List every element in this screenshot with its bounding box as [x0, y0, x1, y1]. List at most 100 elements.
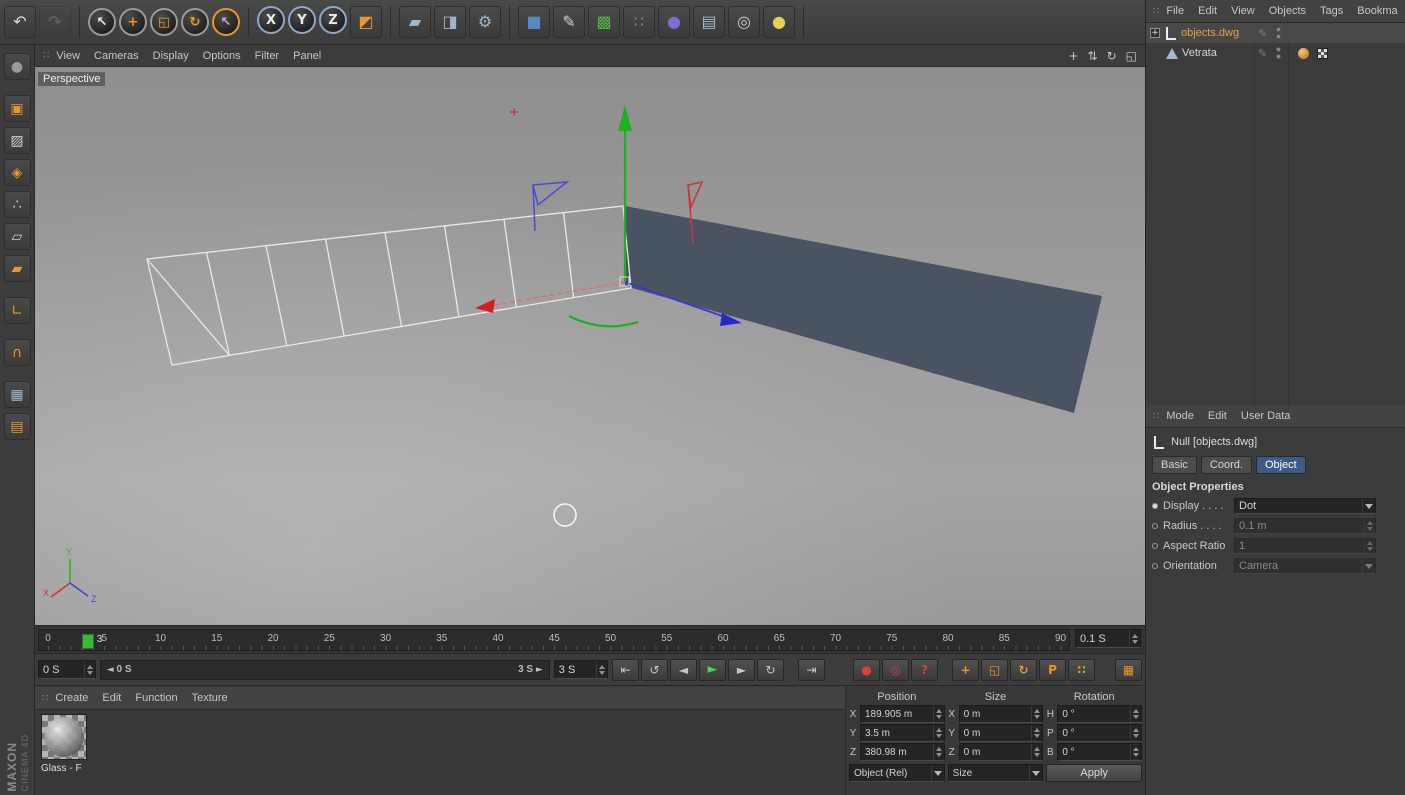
scale-tool-button[interactable]: ◱	[150, 8, 178, 36]
model-mode-button[interactable]: ▣	[3, 95, 31, 122]
menu-edit[interactable]: Edit	[102, 692, 121, 704]
apply-button[interactable]: Apply	[1046, 764, 1143, 782]
menu-cameras[interactable]: Cameras	[94, 50, 139, 62]
timeline-scrubber[interactable]: ◄ 0 S 3 S ►	[99, 659, 550, 680]
goto-end-button[interactable]: ⇥	[798, 658, 825, 681]
expand-icon[interactable]: +	[1150, 28, 1160, 38]
add-spline-button[interactable]: ✎	[553, 6, 585, 38]
enable-axis-button[interactable]: ∟	[3, 297, 31, 324]
viewport-canvas[interactable]: Y X Z Perspective	[35, 45, 1145, 625]
range-end-field[interactable]: 3 S	[553, 660, 608, 679]
menu-edit[interactable]: Edit	[1208, 410, 1227, 422]
anim-dot-icon[interactable]	[1152, 523, 1158, 529]
menu-options[interactable]: Options	[203, 50, 241, 62]
stepper-icon[interactable]	[1130, 744, 1141, 760]
menu-user-data[interactable]: User Data	[1241, 410, 1291, 422]
make-editable-button[interactable]: ●	[3, 53, 31, 80]
play-cycle-button[interactable]: ↻	[757, 658, 784, 681]
size-x-field[interactable]: 0 m	[958, 705, 1044, 723]
anim-dot-icon[interactable]	[1152, 563, 1158, 569]
toggle-view-icon[interactable]: ◱	[1126, 49, 1137, 63]
current-frame-marker[interactable]	[81, 634, 94, 649]
anim-dot-icon[interactable]	[1152, 503, 1158, 509]
render-view-button[interactable]: ▰	[399, 6, 431, 38]
object-row-vetrata[interactable]: Vetrata ✎	[1146, 43, 1405, 63]
rotate-view-icon[interactable]: ↻	[1107, 49, 1117, 63]
panel-grip-icon[interactable]: ∷	[42, 693, 48, 704]
add-cube-button[interactable]: ■	[518, 6, 550, 38]
menu-create[interactable]: Create	[55, 692, 88, 704]
lock-y-axis-button[interactable]: Y	[288, 6, 316, 34]
tab-coord[interactable]: Coord.	[1200, 456, 1252, 474]
menu-mode[interactable]: Mode	[1166, 410, 1194, 422]
lock-x-axis-button[interactable]: X	[257, 6, 285, 34]
menu-file[interactable]: File	[1166, 5, 1184, 17]
redo-button[interactable]: ↷	[39, 6, 71, 38]
enable-snap-button[interactable]: ∩	[3, 339, 31, 366]
key-position-toggle[interactable]: +	[952, 658, 979, 681]
menu-bookmarks[interactable]: Bookmarks	[1357, 5, 1398, 17]
current-time-field[interactable]: 0.1 S	[1075, 629, 1141, 648]
keying-settings-button[interactable]: ▦	[1115, 658, 1142, 681]
rotation-b-field[interactable]: 0 °	[1057, 743, 1143, 761]
workplane-mode-button[interactable]: ◈	[3, 159, 31, 186]
edit-toggle-icon[interactable]: ✎	[1258, 27, 1267, 40]
menu-display[interactable]: Display	[153, 50, 189, 62]
object-rel-dropdown[interactable]: Object (Rel)	[849, 764, 945, 782]
wireframe-plane[interactable]	[146, 205, 632, 366]
stepper-icon[interactable]	[1031, 725, 1042, 741]
rotation-h-field[interactable]: 0 °	[1057, 705, 1143, 723]
lock-z-axis-button[interactable]: Z	[319, 6, 347, 34]
phong-tag-icon[interactable]	[1298, 47, 1309, 59]
visibility-dots[interactable]	[1276, 27, 1281, 39]
polygons-mode-button[interactable]: ▰	[3, 255, 31, 282]
stepper-icon[interactable]	[1031, 706, 1042, 722]
menu-texture[interactable]: Texture	[192, 692, 228, 704]
menu-objects[interactable]: Objects	[1269, 5, 1306, 17]
visibility-dots[interactable]	[1276, 47, 1281, 59]
undo-button[interactable]: ↶	[4, 6, 36, 38]
texture-mode-button[interactable]: ▨	[3, 127, 31, 154]
position-y-field[interactable]: 3.5 m	[860, 724, 945, 742]
display-dropdown[interactable]: Dot	[1234, 498, 1376, 514]
size-z-field[interactable]: 0 m	[958, 743, 1044, 761]
position-x-field[interactable]: 189.905 m	[860, 705, 945, 723]
position-z-field[interactable]: 380.98 m	[860, 743, 945, 761]
key-parameter-toggle[interactable]: P	[1039, 658, 1066, 681]
stepper-icon[interactable]	[932, 725, 944, 741]
autokey-button[interactable]: ◎	[882, 658, 909, 681]
add-camera-button[interactable]: ◎	[728, 6, 760, 38]
render-settings-button[interactable]: ⚙	[469, 6, 501, 38]
tab-basic[interactable]: Basic	[1152, 456, 1197, 474]
add-deformer-button[interactable]: ●	[658, 6, 690, 38]
live-selection-button[interactable]: ↖	[88, 8, 116, 36]
next-frame-button[interactable]: ►	[728, 658, 755, 681]
points-mode-button[interactable]: ∴	[3, 191, 31, 218]
workplane-lock-button[interactable]: ▦	[3, 381, 31, 408]
stepper-icon[interactable]	[1130, 706, 1141, 722]
object-row-objects-dwg[interactable]: + objects.dwg ✎	[1146, 23, 1405, 43]
menu-function[interactable]: Function	[135, 692, 177, 704]
key-scale-toggle[interactable]: ◱	[981, 658, 1008, 681]
stepper-icon[interactable]	[1364, 519, 1375, 533]
key-rotation-toggle[interactable]: ↻	[1010, 658, 1037, 681]
panel-grip-icon[interactable]: ∷	[1153, 6, 1159, 17]
material-thumbnail[interactable]	[41, 714, 87, 760]
stepper-icon[interactable]	[1031, 744, 1042, 760]
edit-toggle-icon[interactable]: ✎	[1258, 47, 1267, 60]
stepper-icon[interactable]	[596, 661, 607, 678]
add-subdivision-surface-button[interactable]: ▩	[588, 6, 620, 38]
menu-edit[interactable]: Edit	[1198, 5, 1217, 17]
keyframe-mode-button[interactable]: ?	[911, 658, 938, 681]
range-start-field[interactable]: 0 S	[38, 660, 96, 679]
anim-dot-icon[interactable]	[1152, 543, 1158, 549]
menu-panel[interactable]: Panel	[293, 50, 321, 62]
stepper-icon[interactable]	[1364, 539, 1375, 553]
move-tool-button[interactable]: +	[119, 8, 147, 36]
planar-workplane-button[interactable]: ▤	[3, 413, 31, 440]
play-reverse-button[interactable]: ↺	[641, 658, 668, 681]
size-dropdown[interactable]: Size	[947, 764, 1044, 782]
menu-view[interactable]: View	[56, 50, 80, 62]
tab-object[interactable]: Object	[1255, 456, 1306, 474]
texture-tag-icon[interactable]	[1317, 47, 1328, 59]
